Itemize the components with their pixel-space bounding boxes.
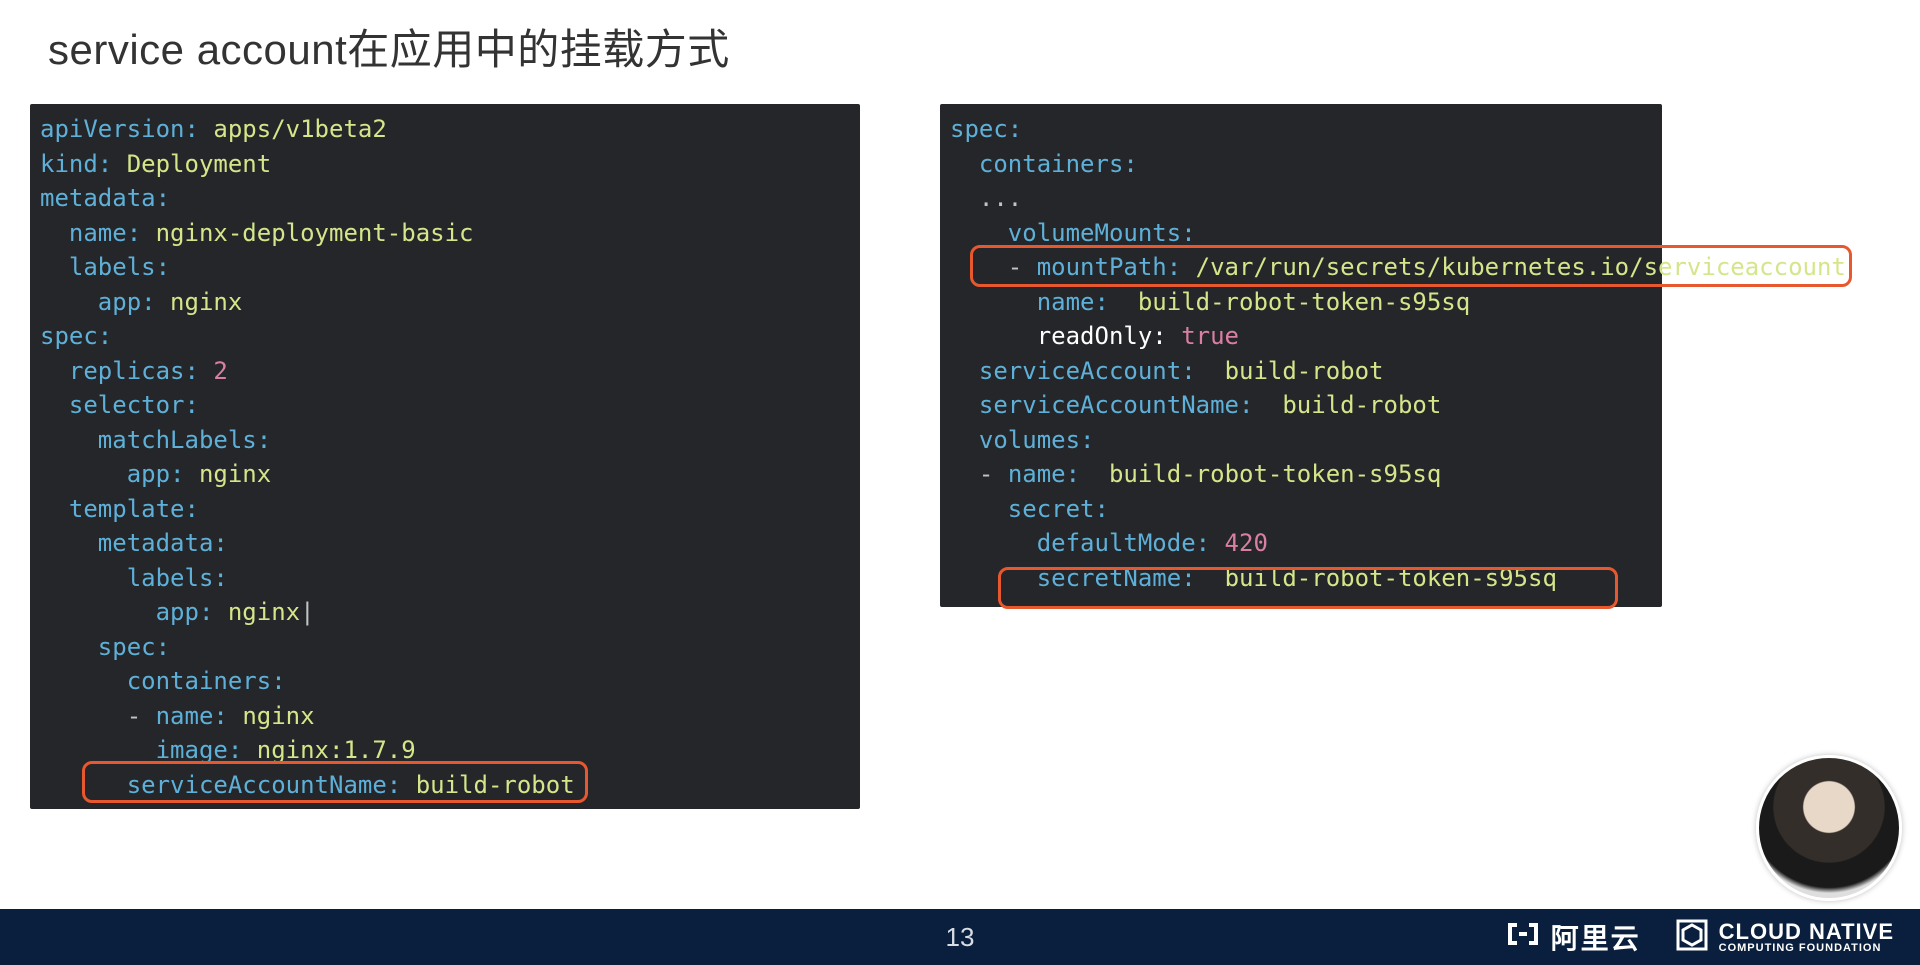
code-line: name: build-robot-token-s95sq (950, 285, 1652, 320)
code-line: labels: (40, 561, 850, 596)
code-line: defaultMode: 420 (950, 526, 1652, 561)
code-line: readOnly: true (950, 319, 1652, 354)
page-number: 13 (946, 922, 975, 953)
code-line: secret: (950, 492, 1652, 527)
cncf-logo: CLOUD NATIVE COMPUTING FOUNDATION (1675, 918, 1894, 957)
code-line: image: nginx:1.7.9 (40, 733, 850, 768)
code-line: spec: (40, 319, 850, 354)
code-line: kind: Deployment (40, 147, 850, 182)
code-line: metadata: (40, 181, 850, 216)
aliyun-text: 阿里云 (1551, 917, 1641, 957)
code-block-pod-spec: spec: containers: ... volumeMounts: - mo… (940, 104, 1662, 607)
presenter-webcam (1756, 755, 1902, 901)
slide-title: service account在应用中的挂载方式 (48, 16, 730, 77)
code-line: app: nginx (40, 457, 850, 492)
code-line: app: nginx (40, 285, 850, 320)
code-line: labels: (40, 250, 850, 285)
cncf-text-top: CLOUD NATIVE (1719, 921, 1894, 943)
code-line: replicas: 2 (40, 354, 850, 389)
aliyun-logo: 阿里云 (1505, 917, 1641, 957)
code-line: - mountPath: /var/run/secrets/kubernetes… (950, 250, 1652, 285)
code-line: serviceAccount: build-robot (950, 354, 1652, 389)
code-line: containers: (40, 664, 850, 699)
code-line: apiVersion: apps/v1beta2 (40, 112, 850, 147)
code-line: containers: (950, 147, 1652, 182)
code-line: volumes: (950, 423, 1652, 458)
code-line: metadata: (40, 526, 850, 561)
code-block-deployment: apiVersion: apps/v1beta2kind: Deployment… (30, 104, 860, 809)
code-line: ... (950, 181, 1652, 216)
code-line: volumeMounts: (950, 216, 1652, 251)
code-line: app: nginx| (40, 595, 850, 630)
code-line: template: (40, 492, 850, 527)
code-line: serviceAccountName: build-robot (40, 768, 850, 803)
code-line: secretName: build-robot-token-s95sq (950, 561, 1652, 596)
code-line: name: nginx-deployment-basic (40, 216, 850, 251)
aliyun-bracket-icon (1505, 919, 1541, 956)
cncf-text-bottom: COMPUTING FOUNDATION (1719, 943, 1894, 954)
code-line: spec: (40, 630, 850, 665)
footer-logos: 阿里云 CLOUD NATIVE COMPUTING FOUNDATION (1505, 909, 1894, 965)
cncf-hex-icon (1675, 918, 1709, 957)
code-line: selector: (40, 388, 850, 423)
code-line: - name: nginx (40, 699, 850, 734)
code-line: serviceAccountName: build-robot (950, 388, 1652, 423)
cncf-text: CLOUD NATIVE COMPUTING FOUNDATION (1719, 921, 1894, 954)
code-line: - name: build-robot-token-s95sq (950, 457, 1652, 492)
code-line: spec: (950, 112, 1652, 147)
code-line: matchLabels: (40, 423, 850, 458)
